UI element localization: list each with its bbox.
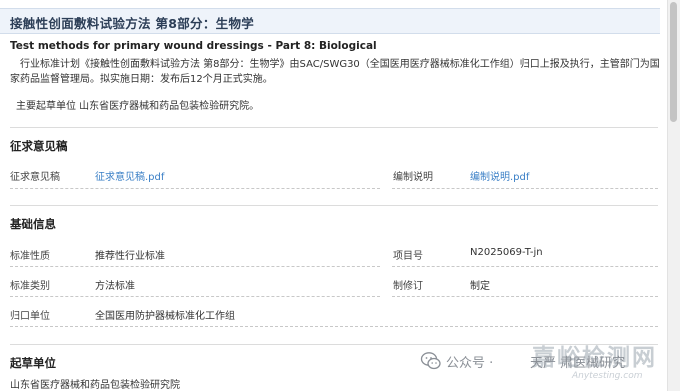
drafting-unit-value: 山东省医疗器械和药品包装检验研究院 (10, 380, 180, 391)
plan-description: 行业标准计划《接触性创面敷料试验方法 第8部分：生物学》由SAC/SWG30（全… (10, 59, 660, 85)
nature-value: 推荐性行业标准 (95, 251, 165, 262)
page: 接触性创面敷料试验方法 第8部分：生物学 Test methods for pr… (0, 0, 668, 391)
watermark-account-label: 公众号 · (446, 356, 494, 371)
wechat-icon (420, 352, 441, 370)
row-divider (392, 188, 658, 189)
row-divider (10, 266, 380, 267)
section-title-comments: 征求意见稿 (10, 139, 68, 153)
nature-label: 标准性质 (10, 251, 50, 262)
section-title-basic-info: 基础信息 (10, 217, 56, 231)
row-divider (392, 296, 658, 297)
divider (10, 205, 658, 206)
main-drafter-text: 主要起草单位 山东省医疗器械和药品包装检验研究院。 (16, 101, 260, 112)
watermark-account-name: 天严 肃医械研究 (530, 356, 626, 371)
category-value: 方法标准 (95, 281, 135, 292)
vertical-scrollbar[interactable] (667, 0, 680, 391)
revision-label: 制修订 (393, 281, 423, 292)
page-title: 接触性创面敷料试验方法 第8部分：生物学 (10, 16, 255, 31)
notes-label: 编制说明 (393, 172, 433, 183)
row-divider (10, 296, 380, 297)
draft-label: 征求意见稿 (10, 172, 60, 183)
unit-value: 全国医用防护器械标准化工作组 (95, 311, 235, 322)
watermark-sub-text: Anytesting.com (572, 371, 643, 381)
watermark: 嘉峪检测网 Anytesting.com 公众号 · 天严 肃医械研究 (420, 336, 670, 391)
english-title: Test methods for primary wound dressings… (10, 40, 377, 52)
category-label: 标准类别 (10, 281, 50, 292)
project-value: N2025069-T-jn (470, 247, 543, 258)
row-divider (10, 188, 380, 189)
draft-file-link[interactable]: 征求意见稿.pdf (95, 168, 164, 183)
title-bar: 接触性创面敷料试验方法 第8部分：生物学 (0, 8, 660, 34)
unit-label: 归口单位 (10, 311, 50, 322)
revision-value: 制定 (470, 281, 490, 292)
scrollbar-thumb[interactable] (670, 2, 677, 122)
project-label: 项目号 (393, 251, 423, 262)
divider (10, 127, 658, 128)
row-divider (392, 266, 658, 267)
section-title-drafting-unit: 起草单位 (10, 356, 56, 370)
notes-file-link[interactable]: 编制说明.pdf (470, 168, 529, 183)
row-divider (10, 326, 658, 327)
